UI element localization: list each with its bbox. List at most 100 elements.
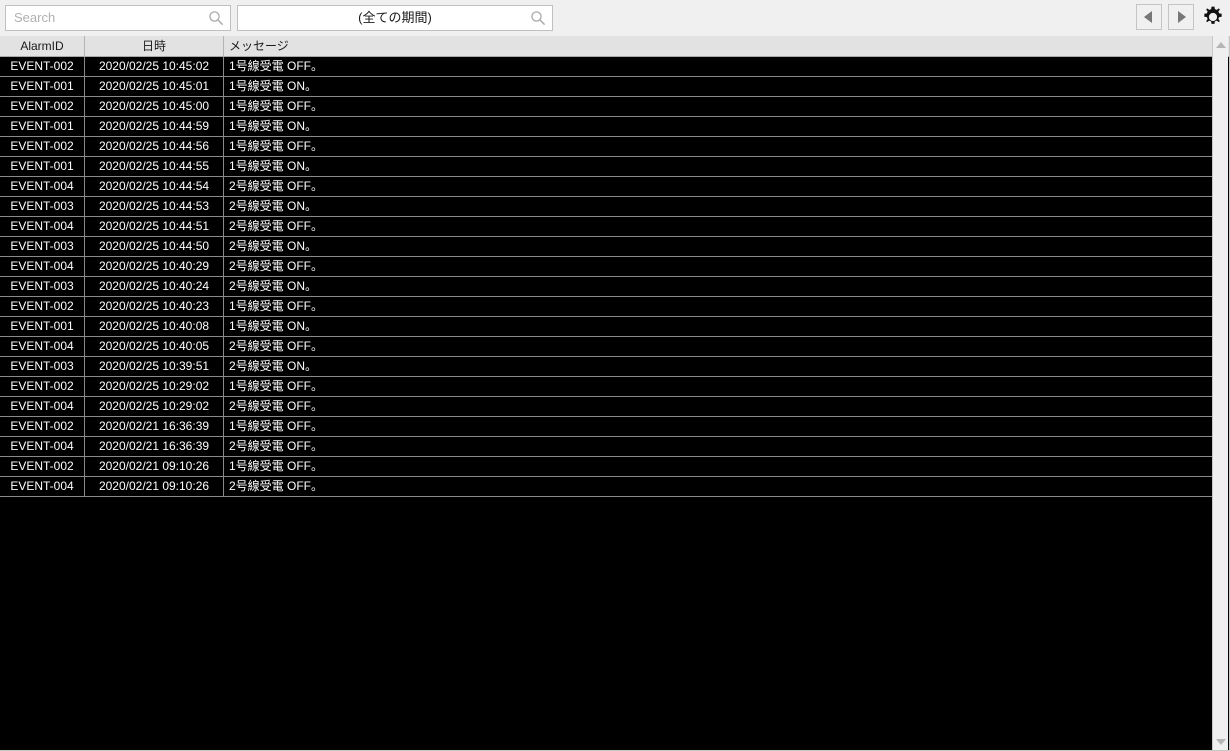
- table-row[interactable]: EVENT-004 2020/02/21 16:36:39 2号線受電 OFF。: [0, 437, 1213, 457]
- table-row[interactable]: EVENT-001 2020/02/25 10:44:59 1号線受電 ON。: [0, 117, 1213, 137]
- cell-alarm-id: EVENT-003: [0, 357, 85, 376]
- cell-message: 1号線受電 ON。: [229, 159, 318, 173]
- cell-alarm-id: EVENT-003: [0, 237, 85, 256]
- scroll-down-button[interactable]: [1213, 733, 1228, 750]
- cell-datetime: 2020/02/25 10:45:01: [85, 77, 224, 96]
- cell-datetime: 2020/02/25 10:45:02: [85, 57, 224, 76]
- previous-page-button[interactable]: [1136, 4, 1162, 30]
- table-row[interactable]: EVENT-003 2020/02/25 10:40:24 2号線受電 ON。: [0, 277, 1213, 297]
- cell-alarm-id: EVENT-004: [0, 177, 85, 196]
- cell-alarm-id: EVENT-002: [0, 97, 85, 116]
- cell-datetime: 2020/02/25 10:44:55: [85, 157, 224, 176]
- cell-alarm-id: EVENT-001: [0, 77, 85, 96]
- cell-alarm-id: EVENT-004: [0, 337, 85, 356]
- cell-message: 2号線受電 ON。: [229, 279, 318, 293]
- cell-message: 1号線受電 ON。: [229, 119, 318, 133]
- search-input-text: Search: [14, 10, 56, 25]
- cell-message: 1号線受電 OFF。: [229, 59, 324, 73]
- triangle-up-icon: [1215, 41, 1226, 48]
- table-row[interactable]: EVENT-003 2020/02/25 10:44:50 2号線受電 ON。: [0, 237, 1213, 257]
- table-row[interactable]: EVENT-004 2020/02/25 10:44:51 2号線受電 OFF。: [0, 217, 1213, 237]
- column-header-alarm-id[interactable]: AlarmID: [0, 36, 85, 56]
- cell-message: 1号線受電 OFF。: [229, 379, 324, 393]
- triangle-down-icon: [1215, 738, 1226, 745]
- period-filter-value: (全ての期間): [358, 10, 432, 25]
- cell-alarm-id: EVENT-002: [0, 377, 85, 396]
- cell-alarm-id: EVENT-004: [0, 397, 85, 416]
- cell-datetime: 2020/02/25 10:29:02: [85, 377, 224, 396]
- cell-message: 1号線受電 OFF。: [229, 99, 324, 113]
- cell-datetime: 2020/02/25 10:40:24: [85, 277, 224, 296]
- cell-datetime: 2020/02/21 16:36:39: [85, 417, 224, 436]
- vertical-scrollbar[interactable]: [1212, 36, 1228, 750]
- period-filter-input[interactable]: (全ての期間): [237, 5, 553, 31]
- cell-message: 1号線受電 ON。: [229, 79, 318, 93]
- cell-alarm-id: EVENT-002: [0, 137, 85, 156]
- cell-alarm-id: EVENT-001: [0, 157, 85, 176]
- triangle-left-icon: [1144, 11, 1152, 23]
- cell-datetime: 2020/02/25 10:44:50: [85, 237, 224, 256]
- next-page-button[interactable]: [1168, 4, 1194, 30]
- search-input[interactable]: Search: [5, 5, 231, 31]
- table-row[interactable]: EVENT-002 2020/02/25 10:40:23 1号線受電 OFF。: [0, 297, 1213, 317]
- cell-datetime: 2020/02/25 10:39:51: [85, 357, 224, 376]
- cell-message: 2号線受電 OFF。: [229, 399, 324, 413]
- alarm-log-table: AlarmID 日時 メッセージ EVENT-002 2020/02/25 10:…: [0, 36, 1230, 751]
- table-row[interactable]: EVENT-002 2020/02/25 10:44:56 1号線受電 OFF。: [0, 137, 1213, 157]
- cell-alarm-id: EVENT-004: [0, 477, 85, 496]
- cell-message: 1号線受電 ON。: [229, 319, 318, 333]
- triangle-right-icon: [1178, 11, 1186, 23]
- cell-alarm-id: EVENT-001: [0, 317, 85, 336]
- cell-alarm-id: EVENT-002: [0, 417, 85, 436]
- cell-alarm-id: EVENT-004: [0, 217, 85, 236]
- cell-datetime: 2020/02/25 10:44:54: [85, 177, 224, 196]
- scroll-up-button[interactable]: [1213, 36, 1228, 53]
- cell-datetime: 2020/02/25 10:44:56: [85, 137, 224, 156]
- table-body: EVENT-002 2020/02/25 10:45:02 1号線受電 OFF。 EV…: [0, 57, 1213, 750]
- cell-alarm-id: EVENT-002: [0, 297, 85, 316]
- table-row[interactable]: EVENT-003 2020/02/25 10:39:51 2号線受電 ON。: [0, 357, 1213, 377]
- cell-datetime: 2020/02/25 10:44:59: [85, 117, 224, 136]
- table-row[interactable]: EVENT-004 2020/02/21 09:10:26 2号線受電 OFF。: [0, 477, 1213, 497]
- toolbar: Search (全ての期間): [0, 0, 1230, 36]
- cell-alarm-id: EVENT-002: [0, 457, 85, 476]
- cell-datetime: 2020/02/25 10:45:00: [85, 97, 224, 116]
- cell-datetime: 2020/02/25 10:40:08: [85, 317, 224, 336]
- cell-message: 2号線受電 ON。: [229, 239, 318, 253]
- cell-message: 2号線受電 OFF。: [229, 339, 324, 353]
- cell-datetime: 2020/02/25 10:40:23: [85, 297, 224, 316]
- column-header-datetime[interactable]: 日時: [85, 36, 224, 56]
- cell-message: 2号線受電 OFF。: [229, 179, 324, 193]
- column-header-message[interactable]: メッセージ: [224, 36, 1213, 56]
- table-row[interactable]: EVENT-001 2020/02/25 10:40:08 1号線受電 ON。: [0, 317, 1213, 337]
- table-row[interactable]: EVENT-004 2020/02/25 10:40:29 2号線受電 OFF。: [0, 257, 1213, 277]
- cell-datetime: 2020/02/25 10:29:02: [85, 397, 224, 416]
- table-row[interactable]: EVENT-002 2020/02/25 10:45:00 1号線受電 OFF。: [0, 97, 1213, 117]
- search-icon[interactable]: [530, 10, 546, 26]
- cell-message: 1号線受電 OFF。: [229, 459, 324, 473]
- table-header-row: AlarmID 日時 メッセージ: [0, 36, 1229, 57]
- table-row[interactable]: EVENT-002 2020/02/25 10:29:02 1号線受電 OFF。: [0, 377, 1213, 397]
- cell-alarm-id: EVENT-004: [0, 437, 85, 456]
- cell-datetime: 2020/02/25 10:40:29: [85, 257, 224, 276]
- cell-message: 2号線受電 OFF。: [229, 219, 324, 233]
- cell-alarm-id: EVENT-002: [0, 57, 85, 76]
- cell-message: 1号線受電 OFF。: [229, 139, 324, 153]
- search-icon[interactable]: [208, 10, 224, 26]
- cell-message: 1号線受電 OFF。: [229, 299, 324, 313]
- table-row[interactable]: EVENT-004 2020/02/25 10:29:02 2号線受電 OFF。: [0, 397, 1213, 417]
- table-row[interactable]: EVENT-002 2020/02/21 09:10:26 1号線受電 OFF。: [0, 457, 1213, 477]
- cell-message: 2号線受電 OFF。: [229, 439, 324, 453]
- cell-alarm-id: EVENT-004: [0, 257, 85, 276]
- settings-button[interactable]: [1200, 4, 1226, 30]
- table-row[interactable]: EVENT-002 2020/02/21 16:36:39 1号線受電 OFF。: [0, 417, 1213, 437]
- table-row[interactable]: EVENT-002 2020/02/25 10:45:02 1号線受電 OFF。: [0, 57, 1213, 77]
- table-row[interactable]: EVENT-004 2020/02/25 10:40:05 2号線受電 OFF。: [0, 337, 1213, 357]
- cell-alarm-id: EVENT-003: [0, 277, 85, 296]
- cell-alarm-id: EVENT-001: [0, 117, 85, 136]
- table-row[interactable]: EVENT-003 2020/02/25 10:44:53 2号線受電 ON。: [0, 197, 1213, 217]
- table-row[interactable]: EVENT-001 2020/02/25 10:44:55 1号線受電 ON。: [0, 157, 1213, 177]
- table-row[interactable]: EVENT-004 2020/02/25 10:44:54 2号線受電 OFF。: [0, 177, 1213, 197]
- cell-message: 2号線受電 OFF。: [229, 479, 324, 493]
- table-row[interactable]: EVENT-001 2020/02/25 10:45:01 1号線受電 ON。: [0, 77, 1213, 97]
